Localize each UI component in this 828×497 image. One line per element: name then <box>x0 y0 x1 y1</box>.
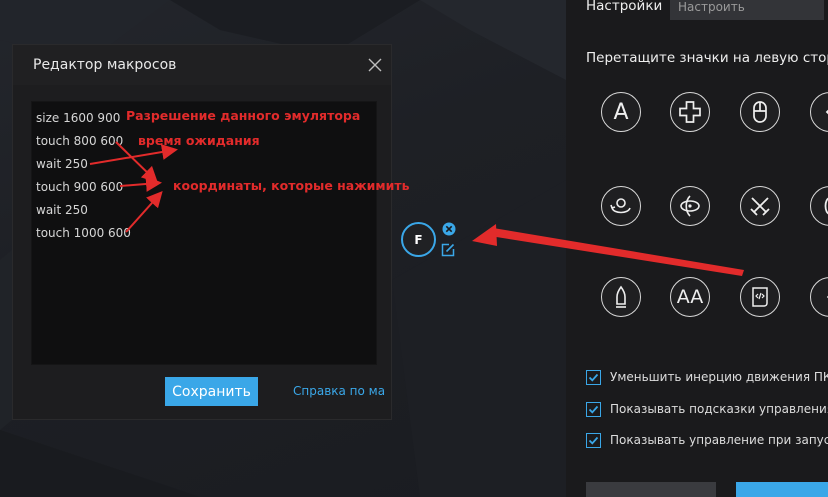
settings-dropdown[interactable]: Настроить <box>670 0 824 20</box>
confirm-button[interactable] <box>736 482 828 497</box>
macro-line-wait-1: wait 250 <box>36 157 88 171</box>
remove-icon[interactable] <box>442 221 456 236</box>
cancel-button[interactable] <box>586 482 716 497</box>
rotate-view-tool-icon[interactable] <box>601 186 641 226</box>
checkbox-box[interactable] <box>586 433 601 448</box>
macro-script-editor[interactable]: size 1600 900 touch 800 600 wait 250 tou… <box>31 101 410 365</box>
macro-line-touch-2: touch 900 600 <box>36 180 124 194</box>
panel-scrollbar[interactable] <box>820 40 828 460</box>
macro-help-link[interactable]: Справка по ма <box>293 384 391 398</box>
drag-hint-text: Перетащите значки на левую стор <box>586 50 828 66</box>
edit-icon[interactable] <box>441 242 455 257</box>
macro-editor-dialog: Редактор макросов size 1600 900 touch 80… <box>12 44 410 420</box>
attack-swords-tool-icon[interactable] <box>740 186 780 226</box>
text-key-tool-label: A <box>613 99 629 125</box>
fire-bullet-tool-icon[interactable] <box>601 277 641 317</box>
checkbox-box[interactable] <box>586 402 601 417</box>
mouse-tool-icon[interactable] <box>740 92 780 132</box>
macro-key-f[interactable]: F <box>401 222 436 257</box>
checkbox-box[interactable] <box>586 370 601 385</box>
controls-settings-panel: Настройки Настроить Перетащите значки на… <box>566 0 828 497</box>
gyro-tool-icon[interactable] <box>670 186 710 226</box>
macro-line-wait-2: wait 250 <box>36 203 88 217</box>
dpad-tool-icon[interactable] <box>670 92 710 132</box>
macro-line-size: size 1600 900 <box>36 111 121 125</box>
repeat-tap-tool-icon[interactable]: AA <box>670 277 710 317</box>
macro-script-tool-icon[interactable] <box>740 277 780 317</box>
annotation-coordinates: координаты, которые нажимить <box>173 178 410 193</box>
annotation-wait-time: время ожидания <box>138 133 260 148</box>
close-icon[interactable] <box>367 57 383 73</box>
macro-line-touch-3: touch 1000 600 <box>36 226 131 240</box>
checkbox-label: Показывать управление при запус <box>610 433 828 447</box>
checkbox-label: Уменьшить инерцию движения ПК <box>610 370 828 384</box>
checkbox-label: Показывать подсказки управления <box>610 402 828 416</box>
annotation-resolution: Разрешение данного эмулятора <box>126 108 361 123</box>
text-key-tool-icon[interactable]: A <box>601 92 641 132</box>
save-button[interactable]: Сохранить <box>165 377 258 406</box>
repeat-tap-tool-label: AA <box>676 286 704 308</box>
macro-editor-title: Редактор макросов <box>33 57 177 73</box>
settings-label: Настройки <box>586 0 663 14</box>
macro-editor-titlebar: Редактор макросов <box>13 45 391 85</box>
macro-line-touch-1: touch 800 600 <box>36 134 124 148</box>
macro-key-label: F <box>414 232 423 247</box>
